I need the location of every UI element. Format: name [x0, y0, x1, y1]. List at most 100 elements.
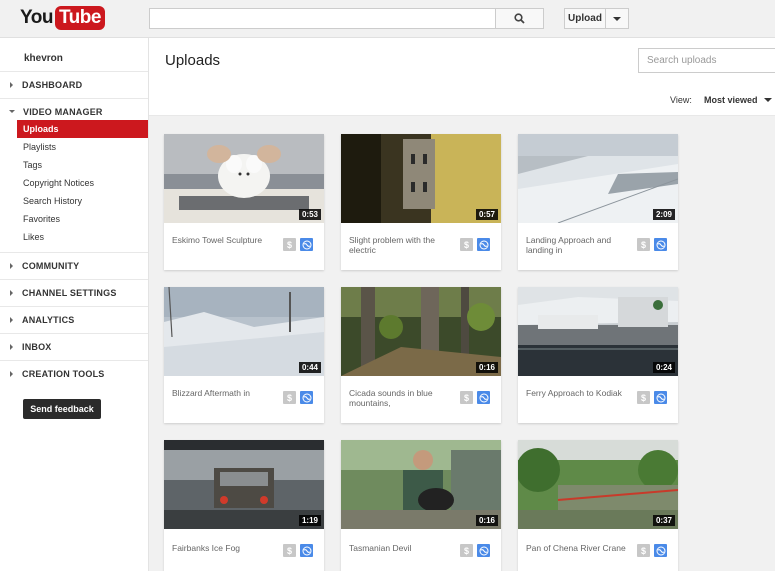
- send-feedback-button[interactable]: Send feedback: [23, 399, 101, 419]
- sidebar-section-creation-tools[interactable]: CREATION TOOLS: [0, 360, 148, 386]
- video-title[interactable]: Pan of Chena River Crane: [526, 543, 631, 553]
- video-duration: 0:37: [652, 515, 675, 526]
- dollar-icon[interactable]: $: [283, 238, 296, 251]
- video-title[interactable]: Tasmanian Devil: [349, 543, 454, 553]
- video-card[interactable]: 0:57 Slight problem with the electric $: [341, 134, 501, 270]
- chevron-down-icon: [763, 98, 772, 102]
- video-thumbnail[interactable]: 0:16: [341, 440, 501, 529]
- video-duration: 0:53: [298, 209, 321, 220]
- username[interactable]: khevron: [24, 53, 63, 64]
- video-title[interactable]: Cicada sounds in blue mountains,: [349, 388, 454, 408]
- video-title[interactable]: Blizzard Aftermath in: [172, 388, 277, 398]
- logo-tube-text: Tube: [54, 6, 105, 30]
- globe-icon[interactable]: [654, 238, 667, 251]
- video-title[interactable]: Slight problem with the electric: [349, 235, 454, 255]
- uploads-search-input[interactable]: [638, 48, 775, 73]
- chevron-down-icon: [613, 16, 621, 21]
- video-card[interactable]: 1:19 Fairbanks Ice Fog $: [164, 440, 324, 571]
- video-thumbnail[interactable]: 2:09: [518, 134, 678, 223]
- sidebar-section-label: CREATION TOOLS: [22, 368, 105, 379]
- view-label: View:: [670, 95, 692, 105]
- dollar-icon[interactable]: $: [637, 238, 650, 251]
- video-card[interactable]: 0:16 Tasmanian Devil $: [341, 440, 501, 571]
- triangle-right-icon: [10, 343, 13, 350]
- dollar-icon[interactable]: $: [460, 544, 473, 557]
- sidebar-section-label: VIDEO MANAGER: [23, 106, 103, 117]
- globe-icon[interactable]: [300, 544, 313, 557]
- video-card[interactable]: 2:09 Landing Approach and landing in $: [518, 134, 678, 270]
- triangle-right-icon: [10, 316, 13, 323]
- video-title[interactable]: Landing Approach and landing in: [526, 235, 631, 255]
- video-thumbnail[interactable]: 0:44: [164, 287, 324, 376]
- top-bar: You Tube Upload: [0, 0, 775, 38]
- video-duration: 0:57: [475, 209, 498, 220]
- video-title[interactable]: Ferry Approach to Kodiak: [526, 388, 631, 398]
- globe-icon[interactable]: [477, 391, 490, 404]
- video-card[interactable]: 0:24 Ferry Approach to Kodiak $: [518, 287, 678, 423]
- sidebar-item-uploads[interactable]: Uploads: [17, 120, 148, 138]
- sidebar-item-playlists[interactable]: Playlists: [17, 138, 148, 156]
- sidebar-item-likes[interactable]: Likes: [17, 228, 148, 246]
- search-input[interactable]: [149, 8, 496, 29]
- video-thumbnail[interactable]: 1:19: [164, 440, 324, 529]
- globe-icon[interactable]: [654, 544, 667, 557]
- triangle-right-icon: [10, 262, 13, 269]
- video-thumbnail[interactable]: 0:57: [341, 134, 501, 223]
- dollar-icon[interactable]: $: [460, 391, 473, 404]
- video-thumbnail[interactable]: 0:16: [341, 287, 501, 376]
- dollar-icon[interactable]: $: [637, 391, 650, 404]
- search-button[interactable]: [495, 8, 544, 29]
- page-title: Uploads: [165, 52, 221, 69]
- upload-button[interactable]: Upload: [564, 8, 606, 29]
- sidebar-section-inbox[interactable]: INBOX: [0, 333, 148, 359]
- video-card[interactable]: 0:53 Eskimo Towel Sculpture $: [164, 134, 324, 270]
- triangle-right-icon: [10, 370, 13, 377]
- video-duration: 0:24: [652, 362, 675, 373]
- sidebar-section-label: ANALYTICS: [22, 314, 75, 325]
- view-sort-dropdown[interactable]: Most viewed: [704, 95, 772, 105]
- view-sort-value: Most viewed: [704, 95, 758, 105]
- sidebar-section-dashboard[interactable]: DASHBOARD: [0, 71, 148, 97]
- sidebar-item-copyright-notices[interactable]: Copyright Notices: [17, 174, 148, 192]
- dollar-icon[interactable]: $: [460, 238, 473, 251]
- sidebar-section-channel-settings[interactable]: CHANNEL SETTINGS: [0, 279, 148, 305]
- globe-icon[interactable]: [477, 544, 490, 557]
- sidebar-section-label: CHANNEL SETTINGS: [22, 287, 117, 298]
- video-thumbnail[interactable]: 0:37: [518, 440, 678, 529]
- globe-icon[interactable]: [477, 238, 490, 251]
- video-grid: 0:53 Eskimo Towel Sculpture $ 0:57 Sligh…: [149, 116, 775, 571]
- video-thumbnail[interactable]: 0:53: [164, 134, 324, 223]
- sidebar-item-search-history[interactable]: Search History: [17, 192, 148, 210]
- triangle-right-icon: [10, 81, 13, 88]
- video-duration: 0:16: [475, 515, 498, 526]
- upload-menu-button[interactable]: [605, 8, 629, 29]
- triangle-right-icon: [10, 289, 13, 296]
- video-title[interactable]: Eskimo Towel Sculpture: [172, 235, 277, 245]
- dollar-icon[interactable]: $: [283, 391, 296, 404]
- video-card[interactable]: 0:16 Cicada sounds in blue mountains, $: [341, 287, 501, 423]
- dollar-icon[interactable]: $: [283, 544, 296, 557]
- sidebar-section-analytics[interactable]: ANALYTICS: [0, 306, 148, 332]
- video-duration: 0:16: [475, 362, 498, 373]
- video-title[interactable]: Fairbanks Ice Fog: [172, 543, 277, 553]
- video-duration: 0:44: [298, 362, 321, 373]
- video-duration: 1:19: [298, 515, 321, 526]
- video-thumbnail[interactable]: 0:24: [518, 287, 678, 376]
- video-card[interactable]: 0:44 Blizzard Aftermath in $: [164, 287, 324, 423]
- dollar-icon[interactable]: $: [637, 544, 650, 557]
- sidebar-section-label: COMMUNITY: [22, 260, 80, 271]
- video-duration: 2:09: [652, 209, 675, 220]
- magnifier-icon: [514, 13, 525, 24]
- globe-icon[interactable]: [300, 391, 313, 404]
- logo-you-text: You: [20, 7, 53, 28]
- sidebar-section-label: INBOX: [22, 341, 52, 352]
- globe-icon[interactable]: [300, 238, 313, 251]
- main-content: Uploads View: Most viewed: [149, 38, 775, 571]
- sidebar: khevron DASHBOARD VIDEO MANAGER Uploads …: [0, 38, 149, 571]
- youtube-logo[interactable]: You Tube: [20, 6, 105, 30]
- sidebar-section-community[interactable]: COMMUNITY: [0, 252, 148, 278]
- globe-icon[interactable]: [654, 391, 667, 404]
- sidebar-item-favorites[interactable]: Favorites: [17, 210, 148, 228]
- video-card[interactable]: 0:37 Pan of Chena River Crane $: [518, 440, 678, 571]
- sidebar-item-tags[interactable]: Tags: [17, 156, 148, 174]
